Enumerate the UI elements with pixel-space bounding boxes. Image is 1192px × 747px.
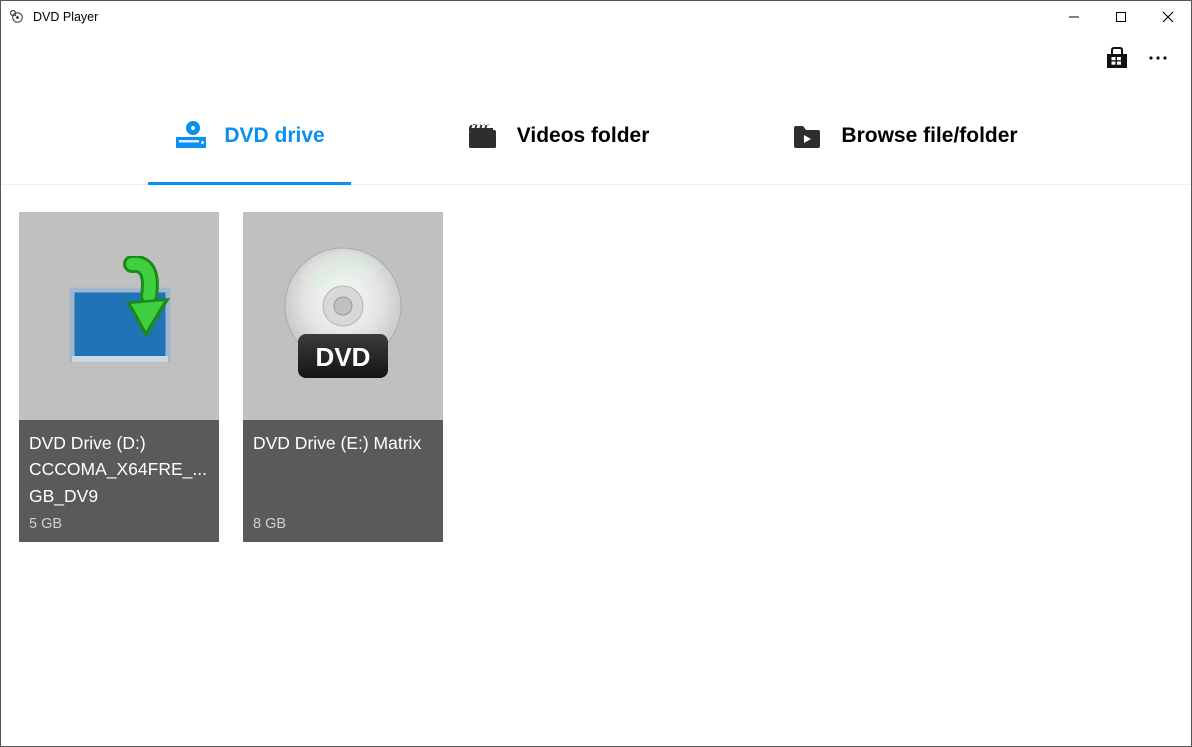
maximize-button[interactable] <box>1097 1 1144 33</box>
drive-thumbnail <box>19 212 219 420</box>
videos-folder-icon <box>467 121 501 151</box>
tab-browse[interactable]: Browse file/folder <box>765 87 1043 184</box>
window-controls <box>1050 1 1191 33</box>
more-icon[interactable] <box>1143 47 1173 74</box>
app-window: DVD Player <box>0 0 1192 747</box>
svg-text:DVD: DVD <box>316 342 371 372</box>
tab-videos-folder-label: Videos folder <box>517 124 650 148</box>
drive-thumbnail: DVD <box>243 212 443 420</box>
drive-size: 5 GB <box>29 516 209 534</box>
store-icon[interactable] <box>1105 46 1129 75</box>
drive-name: DVD Drive (D:) CCCOMA_X64FRE_... GB_DV9 <box>29 430 209 509</box>
titlebar-left: DVD Player <box>1 9 98 25</box>
tab-browse-label: Browse file/folder <box>841 124 1017 148</box>
top-toolbar <box>1 33 1191 87</box>
titlebar: DVD Player <box>1 1 1191 33</box>
dvd-drive-icon <box>174 121 208 151</box>
drive-size: 8 GB <box>253 516 433 534</box>
drive-tile[interactable]: DVD DVD Drive (E:) Matrix 8 GB <box>243 212 443 542</box>
tabs: DVD drive <box>1 87 1191 185</box>
tab-videos-folder[interactable]: Videos folder <box>441 87 676 184</box>
minimize-button[interactable] <box>1050 1 1097 33</box>
drive-info: DVD Drive (E:) Matrix 8 GB <box>243 420 443 542</box>
drive-name: DVD Drive (E:) Matrix <box>253 430 433 456</box>
browse-folder-icon <box>791 121 825 151</box>
drive-tile[interactable]: DVD Drive (D:) CCCOMA_X64FRE_... GB_DV9 … <box>19 212 219 542</box>
drives-grid: DVD Drive (D:) CCCOMA_X64FRE_... GB_DV9 … <box>1 185 1191 746</box>
window-title: DVD Player <box>33 10 98 24</box>
dvd-disc-icon: DVD <box>268 236 418 396</box>
drive-info: DVD Drive (D:) CCCOMA_X64FRE_... GB_DV9 … <box>19 420 219 542</box>
close-button[interactable] <box>1144 1 1191 33</box>
tab-dvd-drive-label: DVD drive <box>224 124 324 148</box>
app-icon <box>9 9 25 25</box>
tab-dvd-drive[interactable]: DVD drive <box>148 87 350 184</box>
install-disc-icon <box>54 256 184 376</box>
